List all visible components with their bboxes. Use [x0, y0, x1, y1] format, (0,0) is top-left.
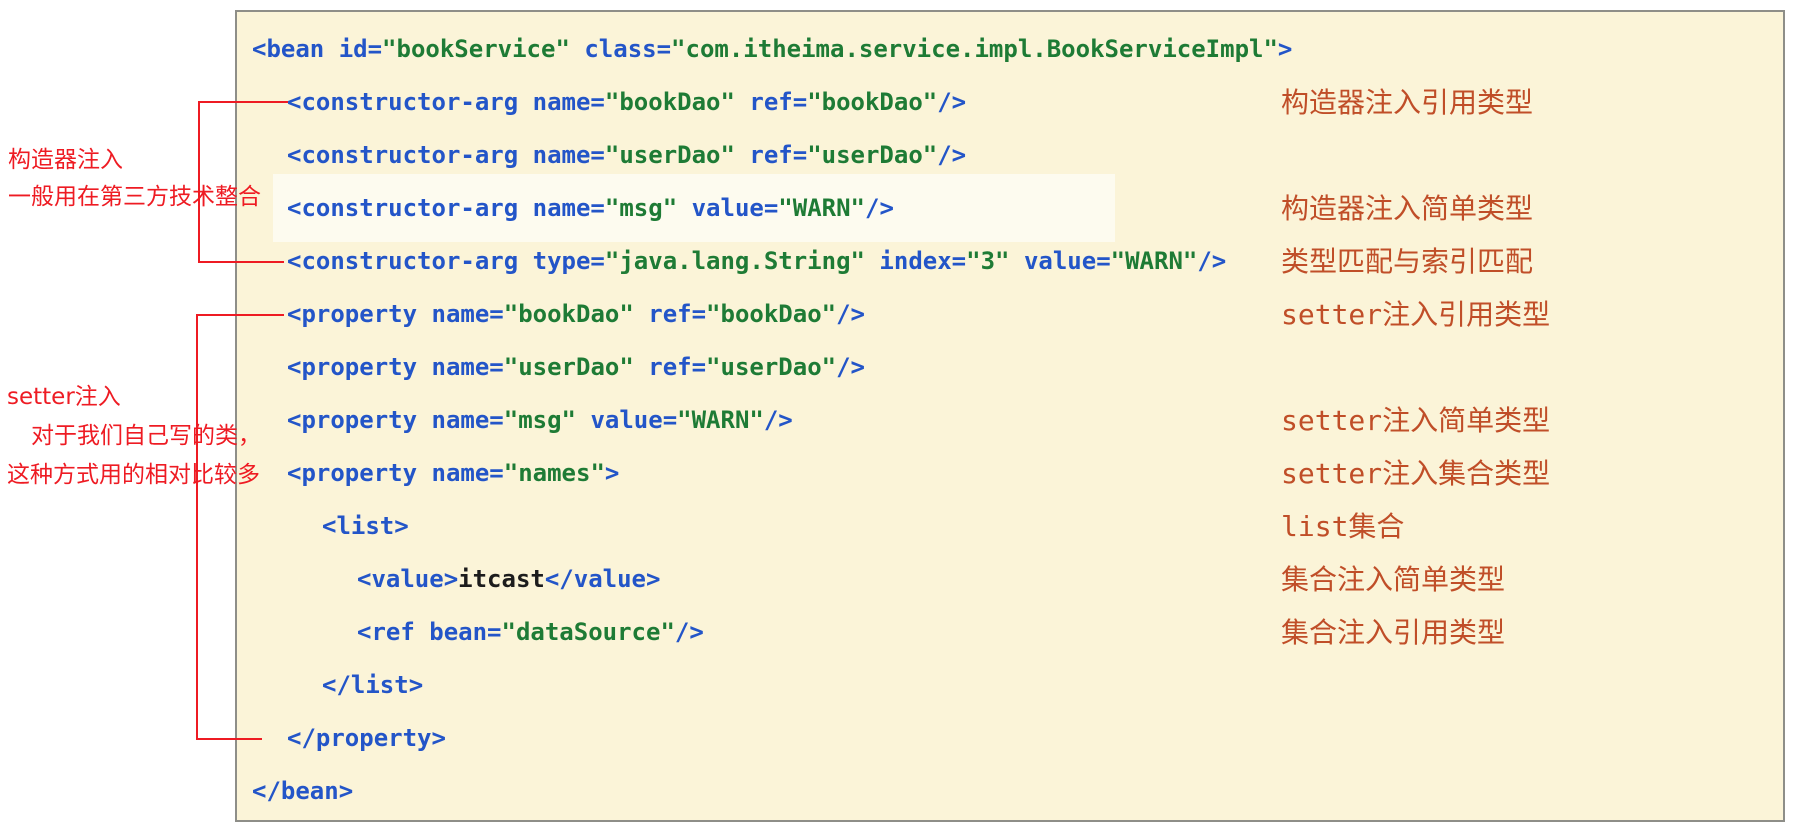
annotation-title: 构造器注入: [8, 147, 123, 173]
code-token: <constructor-arg name=: [287, 88, 605, 116]
code-token: <constructor-arg name=: [287, 194, 605, 222]
code-token: <property name=: [287, 406, 504, 434]
code-token: "bookService": [382, 35, 570, 63]
code-token: "userDao": [706, 353, 837, 381]
code-block: <bean id="bookService" class="com.itheim…: [252, 23, 1292, 818]
code-token: <bean id=: [252, 35, 383, 63]
code-token: "bookDao": [706, 300, 837, 328]
right-annotation: 构造器注入简单类型: [1281, 191, 1534, 225]
code-token: ref=: [734, 141, 808, 169]
code-token: <property name=: [287, 459, 504, 487]
code-token: />: [674, 618, 704, 646]
code-token: </value>: [544, 565, 661, 593]
code-line: <constructor-arg name="bookDao" ref="boo…: [252, 76, 1292, 129]
bracket-setter-bottom-line: [196, 738, 262, 740]
code-token: "WARN": [778, 194, 865, 222]
code-token: >: [604, 459, 620, 487]
code-token: ref=: [633, 300, 707, 328]
code-token: ref=: [734, 88, 808, 116]
code-token: />: [836, 353, 865, 381]
code-token: value=: [1009, 247, 1111, 275]
bracket-setter-top-line: [196, 314, 284, 316]
code-token: index=: [864, 247, 967, 275]
code-token: />: [937, 88, 967, 116]
annotation-title: setter注入: [7, 384, 121, 410]
code-token: <property name=: [287, 353, 504, 381]
code-token: />: [937, 141, 967, 169]
bracket-constructor-vertical: [198, 101, 200, 263]
code-token: <value>: [357, 565, 459, 593]
code-token: itcast: [458, 565, 545, 593]
code-line: <constructor-arg name="msg" value="WARN"…: [252, 182, 1292, 235]
code-line: <property name="msg" value="WARN"/>: [252, 394, 1292, 447]
bracket-constructor-top-line: [198, 101, 288, 103]
bracket-setter-vertical: [196, 314, 198, 740]
code-token: </list>: [322, 671, 424, 699]
code-line: <list>: [252, 500, 1292, 553]
code-line: <ref bean="dataSource"/>: [252, 606, 1292, 659]
code-token: "3": [966, 247, 1010, 275]
code-line: <property name="userDao" ref="userDao"/>: [252, 341, 1292, 394]
left-annotation-setter: setter注入 对于我们自己写的类， 这种方式用的相对比较多: [7, 378, 261, 495]
annotation-desc: 这种方式用的相对比较多: [7, 462, 260, 488]
right-annotation: setter注入引用类型: [1281, 297, 1551, 331]
code-token: <property name=: [287, 300, 504, 328]
code-token: "bookDao": [604, 88, 735, 116]
code-token: "userDao": [604, 141, 735, 169]
code-token: />: [836, 300, 865, 328]
left-annotation-constructor: 构造器注入 一般用在第三方技术整合: [8, 142, 261, 216]
code-token: <constructor-arg type=: [287, 247, 605, 275]
code-token: class=: [569, 35, 672, 63]
code-token: <list>: [322, 512, 409, 540]
code-token: <ref bean=: [357, 618, 502, 646]
bracket-constructor-bottom-line: [198, 261, 284, 263]
right-annotation: 集合注入引用类型: [1281, 615, 1506, 649]
code-token: />: [763, 406, 793, 434]
code-token: "msg": [503, 406, 576, 434]
annotation-desc: 一般用在第三方技术整合: [8, 184, 261, 210]
code-token: value=: [677, 194, 779, 222]
code-line: <property name="names">: [252, 447, 1292, 500]
code-token: "names": [503, 459, 605, 487]
code-token: <constructor-arg name=: [287, 141, 605, 169]
code-token: />: [865, 194, 894, 222]
code-token: "com.itheima.service.impl.BookServiceImp…: [671, 35, 1278, 63]
code-token: "dataSource": [501, 618, 675, 646]
code-line: <value>itcast</value>: [252, 553, 1292, 606]
code-token: "java.lang.String": [604, 247, 865, 275]
right-annotation: 集合注入简单类型: [1281, 562, 1506, 596]
code-line: <bean id="bookService" class="com.itheim…: [252, 23, 1292, 76]
code-token: </property>: [287, 724, 446, 752]
code-line: <constructor-arg type="java.lang.String"…: [252, 235, 1292, 288]
code-token: "userDao": [807, 141, 938, 169]
code-line: </list>: [252, 659, 1292, 712]
slide-canvas: <bean id="bookService" class="com.itheim…: [0, 0, 1817, 829]
right-annotation: setter注入集合类型: [1281, 456, 1551, 490]
code-line: </bean>: [252, 765, 1292, 818]
code-token: "WARN": [677, 406, 764, 434]
code-token: value=: [576, 406, 678, 434]
code-line: <property name="bookDao" ref="bookDao"/>: [252, 288, 1292, 341]
code-token: />: [1197, 247, 1227, 275]
code-token: </bean>: [252, 777, 354, 805]
code-token: ref=: [633, 353, 707, 381]
annotation-desc: 对于我们自己写的类，: [31, 423, 261, 449]
code-token: "WARN": [1110, 247, 1198, 275]
right-annotation: 构造器注入引用类型: [1281, 85, 1534, 119]
code-token: "bookDao": [807, 88, 938, 116]
code-line: </property>: [252, 712, 1292, 765]
right-annotation: setter注入简单类型: [1281, 403, 1551, 437]
code-token: "userDao": [503, 353, 634, 381]
code-token: >: [1277, 35, 1293, 63]
code-token: "bookDao": [503, 300, 634, 328]
right-annotation: list集合: [1281, 509, 1405, 543]
right-annotation: 类型匹配与索引匹配: [1281, 244, 1534, 278]
code-line: <constructor-arg name="userDao" ref="use…: [252, 129, 1292, 182]
code-token: "msg": [604, 194, 678, 222]
